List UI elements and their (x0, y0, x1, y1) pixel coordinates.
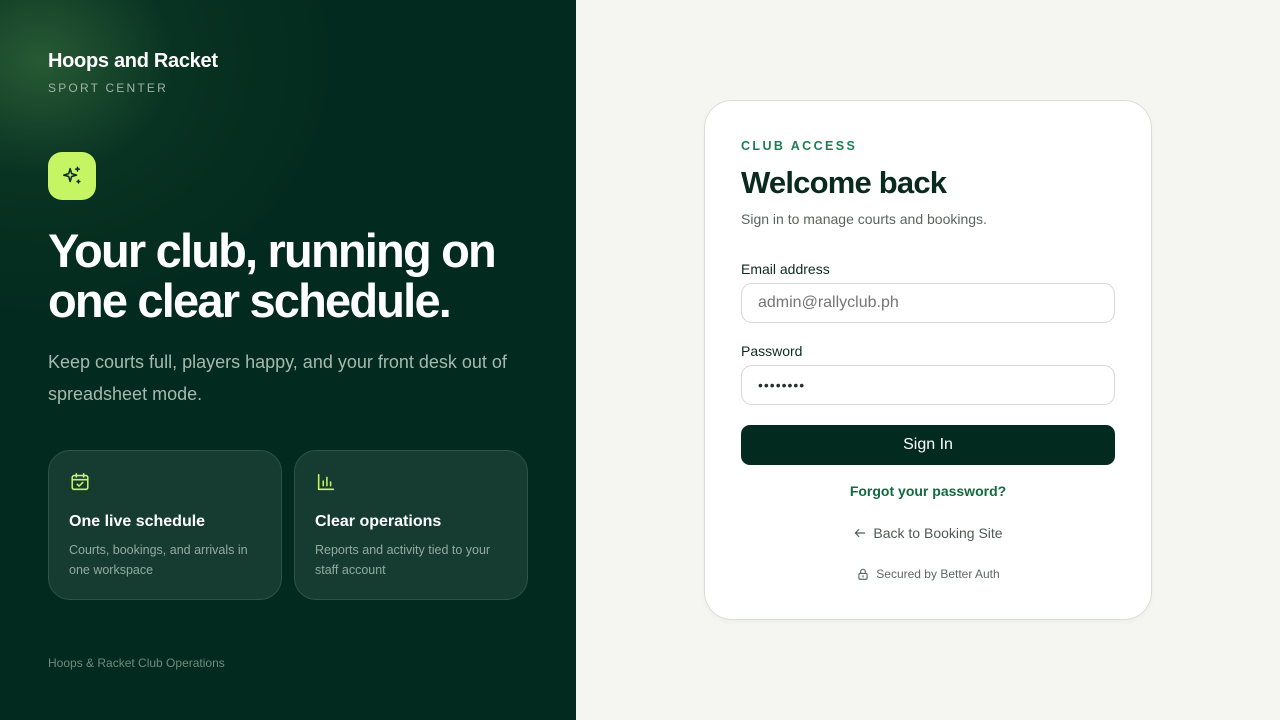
feature-title: One live schedule (69, 513, 206, 530)
hero-headline: Your club, running on one clear schedule… (48, 224, 497, 327)
login-title: Welcome back (741, 165, 947, 200)
bar-chart-icon (317, 473, 335, 491)
feature-title: Clear operations (315, 513, 442, 530)
back-to-booking-link[interactable]: Back to Booking Site (741, 525, 1115, 541)
feature-description: Courts, bookings, and arrivals in one wo… (69, 543, 248, 577)
arrow-left-icon (855, 528, 866, 538)
calendar-check-icon (71, 472, 89, 491)
secured-note: Secured by Better Auth (741, 567, 1115, 581)
forgot-password-link[interactable]: Forgot your password? (741, 483, 1115, 499)
secured-label: Secured by Better Auth (876, 567, 1000, 581)
login-subtitle: Sign in to manage courts and bookings. (741, 211, 987, 227)
hero-subtext: Keep courts full, players happy, and you… (48, 352, 507, 404)
email-field[interactable] (741, 283, 1115, 323)
sparkles-icon (62, 166, 81, 184)
password-label: Password (741, 343, 803, 359)
email-label: Email address (741, 261, 830, 277)
feature-description: Reports and activity tied to your staff … (315, 543, 491, 577)
brand-subtitle: SPORT CENTER (48, 81, 168, 95)
feature-card-operations: Clear operations Reports and activity ti… (294, 450, 528, 600)
sign-in-button[interactable]: Sign In (741, 425, 1115, 465)
hero-panel: Hoops and Racket SPORT CENTER Your club,… (0, 0, 576, 720)
sparkles-badge (48, 152, 96, 200)
login-card: CLUB ACCESS Welcome back Sign in to mana… (704, 100, 1152, 620)
back-link-label: Back to Booking Site (873, 525, 1003, 541)
footer-text: Hoops & Racket Club Operations (48, 656, 225, 670)
eyebrow-label: CLUB ACCESS (741, 139, 858, 153)
password-field[interactable] (741, 365, 1115, 405)
feature-card-schedule: One live schedule Courts, bookings, and … (48, 450, 282, 600)
brand-title: Hoops and Racket (48, 50, 218, 72)
lock-icon (858, 568, 868, 580)
